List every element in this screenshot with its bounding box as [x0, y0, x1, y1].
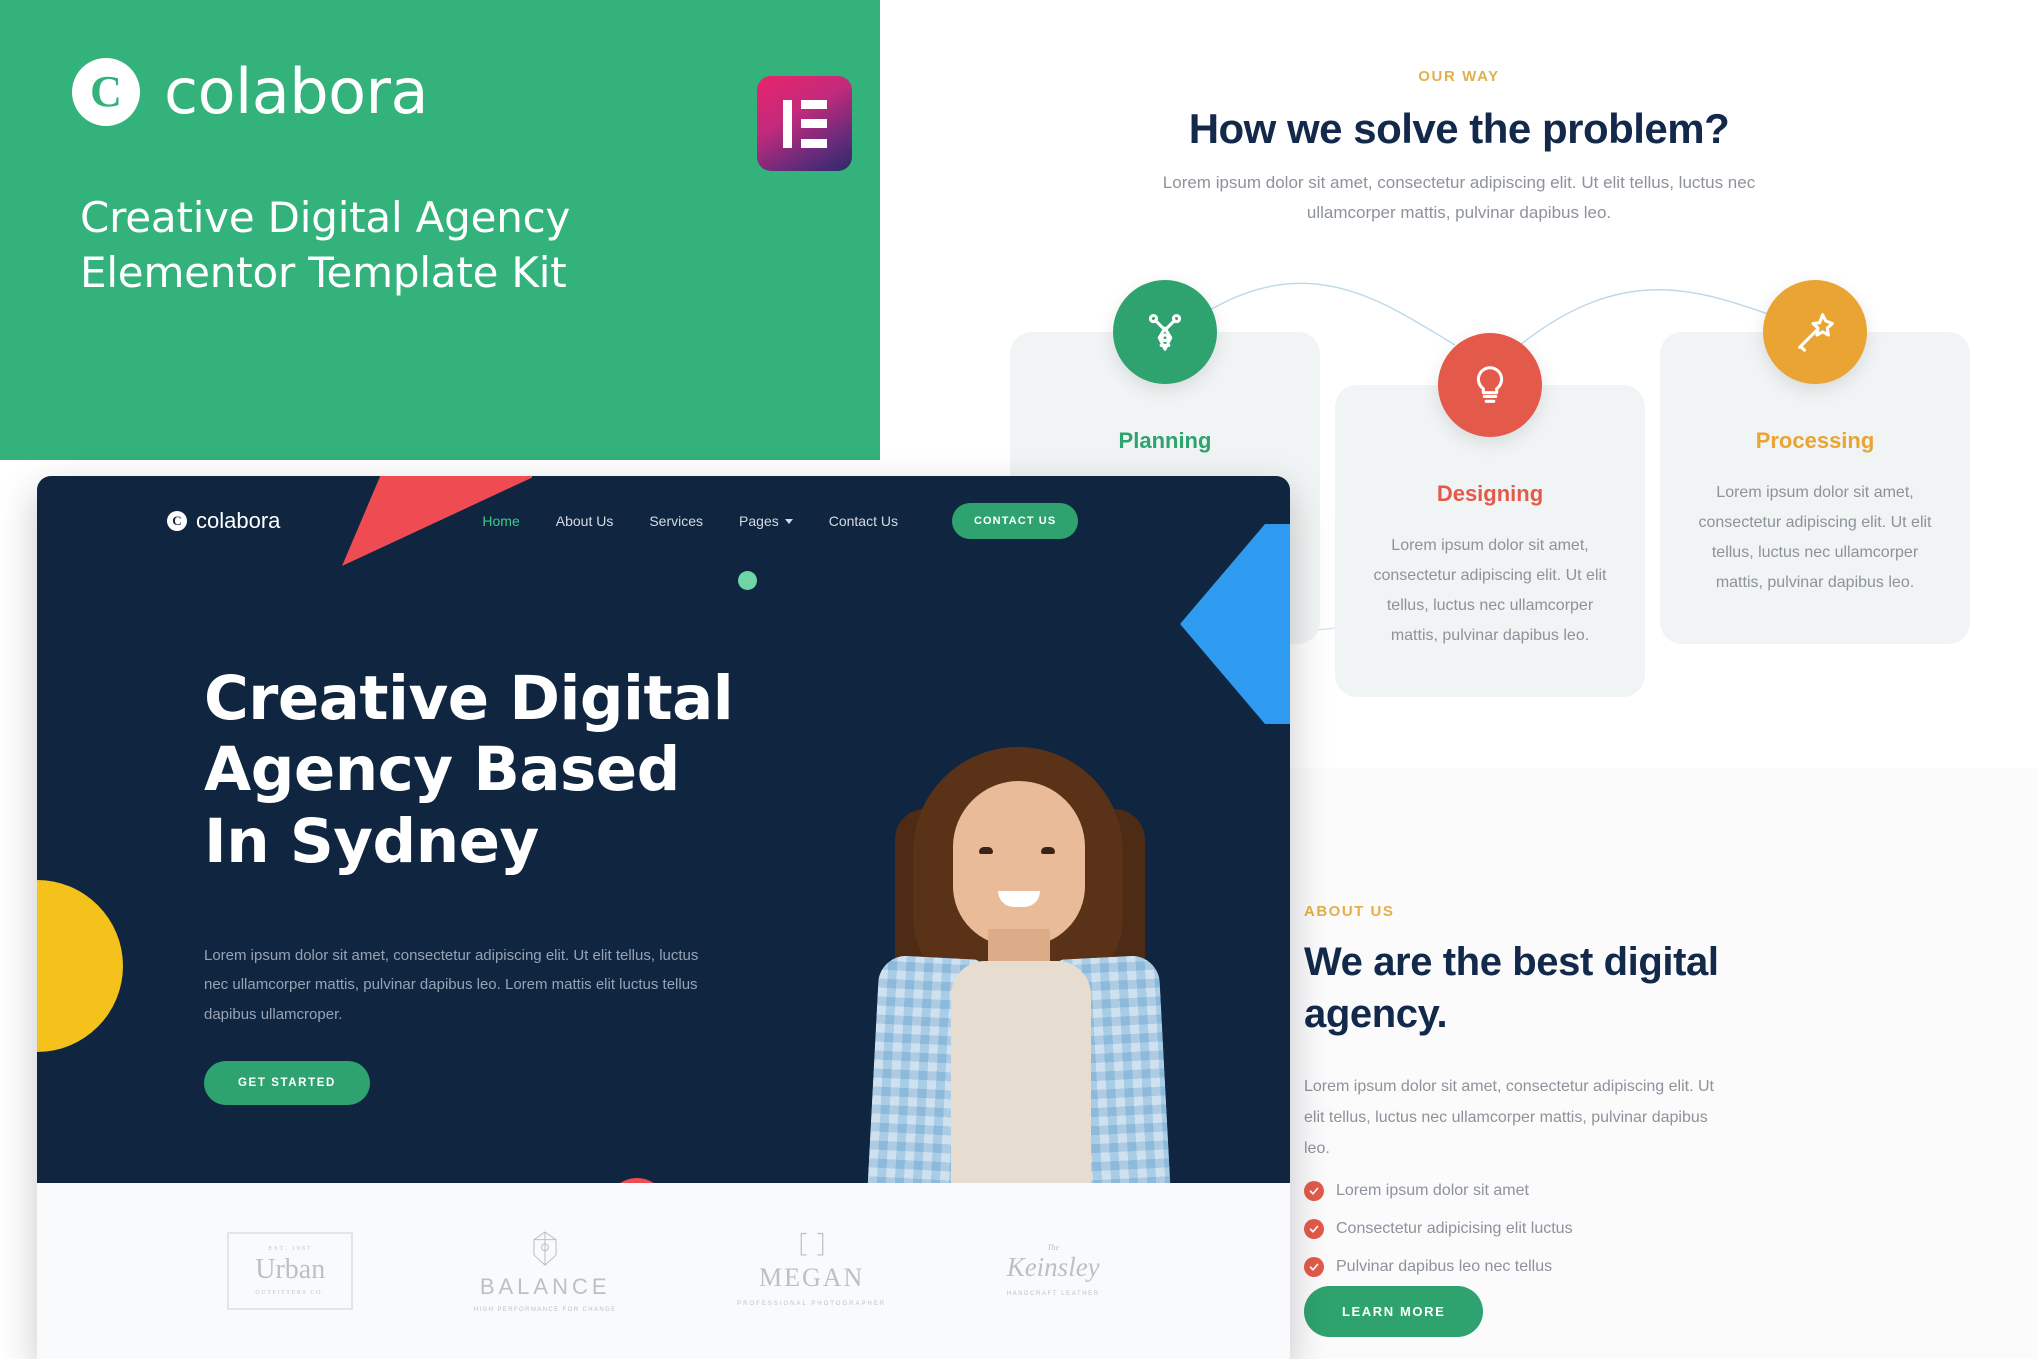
hero-heading-line1: Creative Digital: [204, 663, 734, 734]
colabora-logo-icon: C: [72, 57, 140, 126]
brand-tagline-line1: Creative Digital Agency: [80, 193, 571, 242]
elementor-logo-icon: [757, 76, 852, 171]
check-circle-icon: [1304, 1257, 1324, 1277]
client-logo-urban-name: Urban: [255, 1254, 326, 1285]
client-logo-megan-bottom: PROFESSIONAL PHOTOGRAPHER: [737, 1300, 887, 1307]
pen-tool-icon: [1113, 280, 1217, 384]
workflow-card-processing[interactable]: Processing Lorem ipsum dolor sit amet, c…: [1660, 280, 1970, 645]
client-logo-keinsley-top: The: [1047, 1242, 1060, 1252]
hero-heading: Creative Digital Agency Based In Sydney: [204, 663, 734, 877]
hero-logo-label: colabora: [196, 508, 281, 533]
list-item: Consectetur adipicising elit luctus: [1304, 1219, 1573, 1239]
client-logo-balance: BALANCE HIGH PERFORMANCE FOR CHANGE: [474, 1229, 617, 1313]
client-logo-urban-top: EST. 1987: [268, 1246, 312, 1252]
list-item-label: Consectetur adipicising elit luctus: [1336, 1220, 1573, 1237]
nav-item-pages[interactable]: Pages: [739, 513, 793, 529]
workflow-card-title: Designing: [1436, 481, 1544, 506]
learn-more-button[interactable]: LEARN MORE: [1304, 1286, 1484, 1337]
hero-paragraph: Lorem ipsum dolor sit amet, consectetur …: [204, 947, 699, 1023]
colabora-logo-icon: C: [167, 511, 187, 531]
brand-name: colabora: [164, 55, 429, 128]
contact-us-button[interactable]: CONTACT US: [951, 503, 1079, 539]
about-body-text: Lorem ipsum dolor sit amet, consectetur …: [1304, 1078, 1714, 1158]
client-logo-bar: EST. 1987 Urban OUTFITTERS CO. BALANCE H…: [37, 1183, 1290, 1359]
chevron-down-icon: [784, 518, 793, 524]
workflow-card-text: Lorem ipsum dolor sit amet, consectetur …: [1698, 484, 1932, 592]
workflow-card-text: Lorem ipsum dolor sit amet, consectetur …: [1373, 537, 1607, 645]
list-item: Pulvinar dapibus leo nec tellus: [1304, 1257, 1573, 1277]
hero-menu: Home About Us Services Pages Contact Us: [482, 513, 898, 529]
client-logo-urban-bottom: OUTFITTERS CO.: [255, 1290, 326, 1296]
workflow-card-title: Planning: [1118, 428, 1212, 453]
list-item-label: Lorem ipsum dolor sit amet: [1336, 1182, 1529, 1199]
about-title: We are the best digital agency.: [1304, 940, 1719, 1036]
client-logo-balance-name: BALANCE: [479, 1274, 611, 1299]
client-logo-keinsley-bottom: HANDCRAFT LEATHER: [1006, 1290, 1100, 1297]
client-logo-keinsley: The Keinsley HANDCRAFT LEATHER: [1007, 1243, 1100, 1300]
brand-lockup: C colabora: [72, 55, 429, 128]
hero-content: Creative Digital Agency Based In Sydney …: [37, 566, 1290, 1359]
client-logo-keinsley-name: Keinsley: [1006, 1251, 1100, 1282]
list-item-label: Pulvinar dapibus leo nec tellus: [1336, 1258, 1553, 1275]
lightbulb-icon: [1438, 333, 1542, 437]
brand-tagline-line2: Elementor Template Kit: [80, 248, 567, 298]
workflow-card-designing[interactable]: Designing Lorem ipsum dolor sit amet, co…: [1335, 333, 1645, 698]
nav-item-about-us[interactable]: About Us: [556, 513, 614, 529]
check-circle-icon: [1304, 1219, 1324, 1239]
screenshot-root: OUR WAY How we solve the problem? Lorem …: [0, 0, 2038, 1359]
brand-panel: C colabora Creative Digital Agency Eleme…: [0, 0, 880, 460]
list-item: Lorem ipsum dolor sit amet: [1304, 1181, 1573, 1201]
nav-item-contact-us[interactable]: Contact Us: [829, 513, 898, 529]
frame-brackets-icon: [800, 1232, 823, 1256]
hero-heading-line3: In Sydney: [204, 805, 539, 877]
about-eyebrow: ABOUT US: [1304, 903, 1395, 920]
get-started-button[interactable]: GET STARTED: [204, 1061, 370, 1105]
hero-navbar: C colabora Home About Us Services Pages …: [37, 476, 1290, 566]
about-feature-list: Lorem ipsum dolor sit amet Consectetur a…: [1304, 1181, 1573, 1295]
magic-wand-icon: [1763, 280, 1867, 384]
brand-tagline: Creative Digital Agency Elementor Templa…: [80, 190, 570, 301]
check-circle-icon: [1304, 1181, 1324, 1201]
client-logo-urban: EST. 1987 Urban OUTFITTERS CO.: [227, 1232, 354, 1310]
workflow-card-title: Processing: [1755, 428, 1875, 453]
diamond-icon: [533, 1231, 557, 1266]
nav-item-home[interactable]: Home: [482, 513, 519, 529]
client-logo-balance-bottom: HIGH PERFORMANCE FOR CHANGE: [473, 1307, 617, 1313]
hero-logo[interactable]: C colabora: [167, 508, 280, 534]
client-logo-megan-name: MEGAN: [758, 1262, 865, 1292]
nav-item-pages-label: Pages: [739, 513, 779, 529]
nav-item-services[interactable]: Services: [649, 513, 703, 529]
hero-mockup: C colabora Home About Us Services Pages …: [37, 476, 1290, 1359]
hero-heading-line2: Agency Based: [204, 734, 680, 806]
client-logo-megan: MEGAN PROFESSIONAL PHOTOGRAPHER: [737, 1232, 886, 1310]
